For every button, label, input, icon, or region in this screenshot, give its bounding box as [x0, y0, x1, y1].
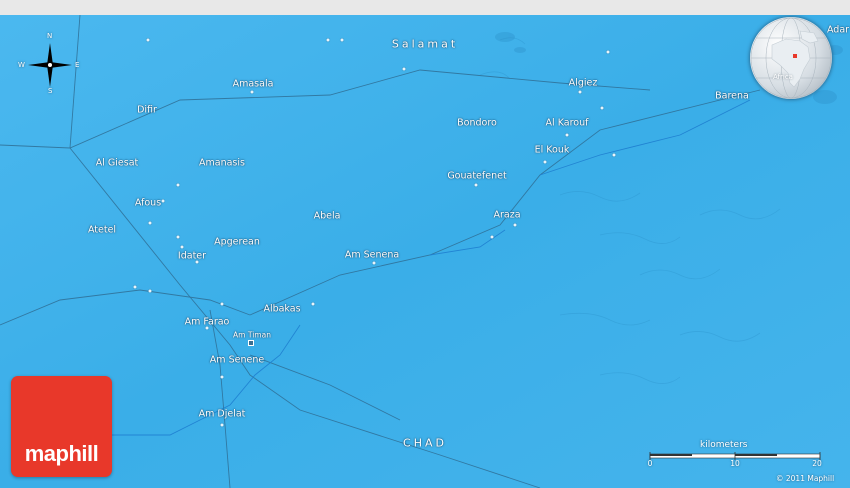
place-label-abela: Abela: [313, 210, 341, 222]
place-label-am-senena: Am Senena: [344, 249, 400, 261]
place-dot: [606, 50, 610, 54]
place-dot: [148, 221, 152, 225]
place-label-amasala: Amasala: [232, 78, 274, 90]
place-label-difir: Difir: [137, 104, 157, 116]
place-dot: [326, 38, 330, 42]
place-label-atetel: Atetel: [87, 224, 117, 236]
place-dot: [311, 302, 315, 306]
town-marker-icon: [248, 340, 254, 346]
place-label-albakas: Albakas: [263, 303, 301, 315]
place-label-barena: Barena: [715, 90, 749, 102]
place-dot: [146, 38, 150, 42]
place-dot: [220, 302, 224, 306]
scale-tick-0: 0: [647, 459, 653, 468]
place-dot: [513, 223, 517, 227]
place-label-amanasis: Amanasis: [199, 157, 245, 169]
place-dot: [250, 90, 254, 94]
place-label-gouatefenet: Gouatefenet: [447, 170, 507, 182]
place-dot: [176, 183, 180, 187]
compass-rose: N S E W: [15, 32, 85, 95]
place-label-al-giesat: Al Giesat: [95, 157, 139, 169]
place-dot: [402, 67, 406, 71]
compass-north-label: N: [47, 32, 53, 40]
place-dot: [133, 285, 137, 289]
place-label-afous: Afous: [134, 197, 162, 209]
place-label-adar: Adar: [826, 24, 850, 36]
place-dot: [578, 90, 582, 94]
place-dot: [474, 183, 478, 187]
compass-east-label: E: [75, 61, 80, 69]
copyright-notice: © 2011 Maphill: [776, 474, 835, 483]
compass-west-label: W: [18, 61, 25, 69]
place-dot: [612, 153, 616, 157]
scale-bar: kilometers 0 10 20: [645, 440, 825, 470]
place-dot: [543, 160, 547, 164]
place-dot: [600, 106, 604, 110]
place-dot: [372, 261, 376, 265]
maphill-logo[interactable]: maphill: [11, 376, 112, 477]
place-label-am-timan: Am Timan: [233, 330, 271, 340]
place-dot: [148, 289, 152, 293]
locator-globe: [750, 17, 832, 99]
place-dot: [161, 199, 165, 203]
place-label-apgerean: Apgerean: [214, 236, 260, 248]
region-label-chad: CHAD: [403, 436, 447, 450]
place-dot: [176, 235, 180, 239]
place-dot: [220, 423, 224, 427]
place-label-araza: Araza: [493, 209, 521, 221]
scale-tick-10: 10: [730, 459, 740, 468]
map-relief-layer: [0, 15, 850, 488]
compass-south-label: S: [48, 87, 53, 95]
maphill-logo-text: maphill: [24, 441, 99, 466]
globe-label-africa: Africa: [773, 73, 793, 81]
place-dot: [340, 38, 344, 42]
place-label-am-djelat: Am Djelat: [198, 408, 246, 420]
place-label-al-karouf: Al Karouf: [545, 117, 589, 129]
place-dot: [565, 133, 569, 137]
africa-globe-icon: [750, 17, 832, 99]
map-canvas[interactable]: N S E W Salamat CHAD Amasala Difir Al Gi…: [0, 15, 850, 488]
place-label-algiez: Algiez: [568, 77, 598, 89]
region-label-salamat: Salamat: [391, 37, 459, 51]
place-dot: [490, 235, 494, 239]
place-label-idater: Idater: [177, 250, 207, 262]
scale-tick-20: 20: [812, 459, 822, 468]
place-label-am-senene: Am Senene: [209, 354, 265, 366]
place-label-el-kouk: El Kouk: [534, 144, 570, 156]
place-dot: [220, 375, 224, 379]
place-label-bondoro: Bondoro: [457, 117, 497, 129]
place-dot: [180, 245, 184, 249]
place-label-am-farao: Am Farao: [184, 316, 230, 328]
scale-unit-label: kilometers: [700, 440, 748, 450]
